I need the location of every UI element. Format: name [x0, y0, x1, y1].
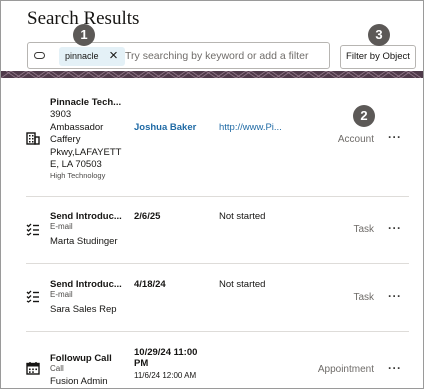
result-row-account[interactable]: Pinnacle Tech... 3903 Ambassador Caffery… [0, 96, 424, 196]
close-icon[interactable]: × [107, 48, 121, 63]
result-person: Fusion Admin [50, 376, 108, 387]
building-icon [26, 132, 40, 145]
task-list-icon [26, 290, 39, 303]
result-row-task[interactable]: Send Introduc... E-mail Marta Studinger … [0, 208, 424, 264]
address-line: Ambassador [50, 121, 104, 133]
task-status: Not started [219, 211, 266, 222]
end-time: 11/6/24 12:00 AM [134, 371, 197, 380]
address-line: Caffery [50, 134, 81, 145]
address-line: Pkwy,LAFAYETT [50, 146, 122, 158]
more-actions-icon[interactable]: ··· [388, 289, 402, 303]
row-divider [26, 196, 409, 197]
record-type: Task [353, 292, 374, 303]
start-time-meridiem: PM [134, 358, 149, 369]
filter-by-object-button[interactable]: Filter by Object [340, 45, 416, 69]
more-actions-icon[interactable]: ··· [388, 130, 402, 144]
website-link[interactable]: http://www.Pi... [219, 122, 282, 134]
address-line: 3903 [50, 109, 72, 120]
result-person: Marta Studinger [50, 236, 118, 247]
filter-toggle-icon[interactable] [34, 52, 45, 59]
search-input[interactable] [125, 44, 325, 67]
result-subtype: Call [50, 364, 64, 373]
result-person: Sara Sales Rep [50, 304, 117, 315]
search-bar[interactable]: pinnacle × [27, 42, 330, 69]
task-status: Not started [219, 279, 266, 290]
decorative-banner [1, 71, 423, 78]
callout-badge-3: 3 [368, 24, 390, 46]
address-line: E, LA 70503 [50, 159, 102, 170]
row-divider [26, 263, 409, 264]
callout-badge-1: 1 [73, 24, 95, 46]
due-date: 4/18/24 [134, 279, 166, 290]
result-row-task[interactable]: Send Introduc... E-mail Sara Sales Rep 4… [0, 276, 424, 332]
task-list-icon [26, 223, 39, 236]
filter-chip-label: pinnacle [65, 51, 99, 61]
more-actions-icon[interactable]: ··· [388, 221, 402, 235]
result-row-appointment[interactable]: Followup Call Call Fusion Admin 10/29/24… [0, 344, 424, 389]
result-name[interactable]: Pinnacle Tech... [50, 97, 130, 109]
industry-label: High Technology [50, 171, 106, 180]
record-type: Account [337, 134, 374, 145]
due-date: 2/6/25 [134, 211, 161, 222]
row-divider [26, 331, 409, 332]
result-subtype: E-mail [50, 290, 73, 299]
result-subtype: E-mail [50, 222, 73, 231]
record-type: Appointment [317, 364, 374, 375]
more-actions-icon[interactable]: ··· [388, 361, 402, 375]
filter-chip[interactable]: pinnacle × [59, 47, 125, 66]
record-type: Task [353, 224, 374, 235]
contact-link[interactable]: Joshua Baker [134, 122, 196, 134]
calendar-icon [26, 362, 40, 375]
